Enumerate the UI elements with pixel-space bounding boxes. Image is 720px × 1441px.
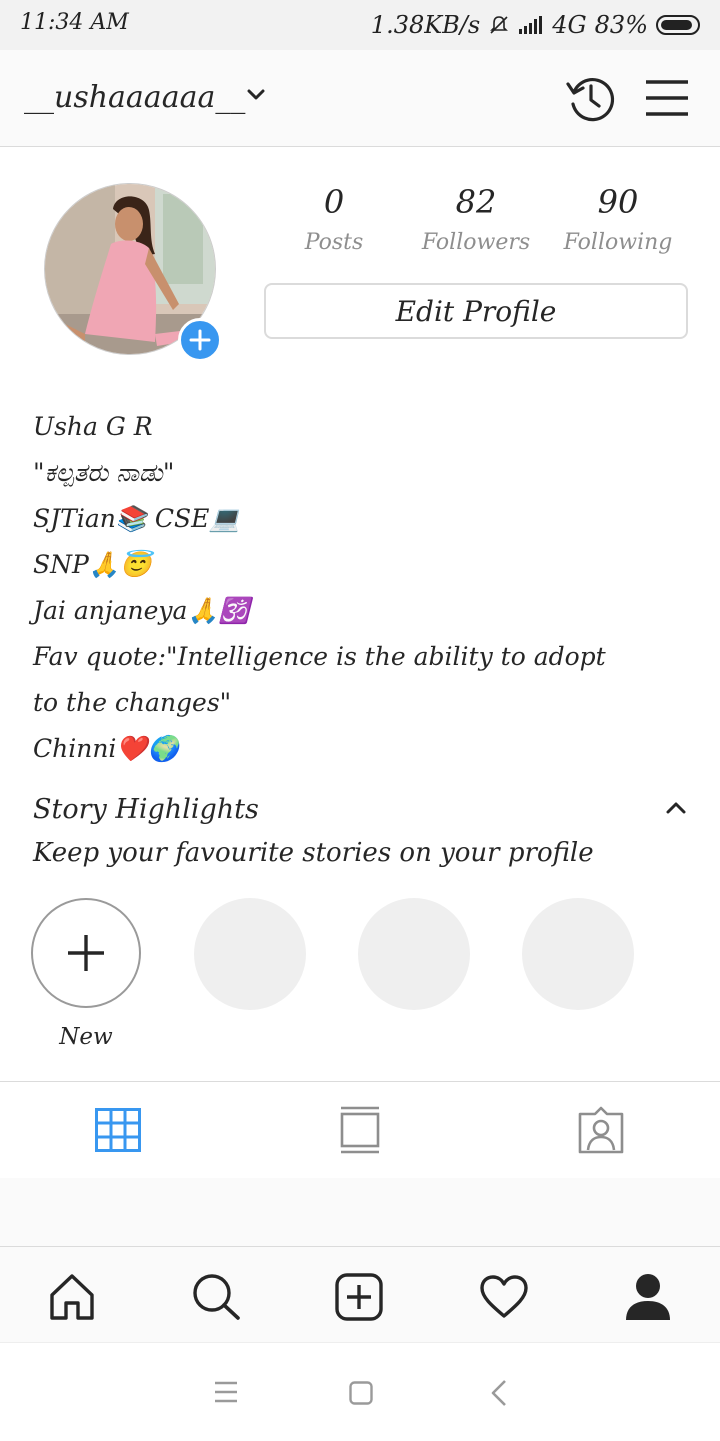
highlight-placeholder	[194, 898, 306, 1010]
history-icon[interactable]	[564, 72, 618, 126]
username[interactable]: __ushaaaaaa__	[24, 80, 245, 115]
home-icon[interactable]	[48, 1273, 96, 1321]
mute-icon	[490, 16, 509, 34]
status-bar: 11:34 AM 1.38KB/s 4G 83%	[0, 0, 720, 50]
add-story-button[interactable]	[178, 318, 222, 362]
bio-line: SJTian📚 CSE💻	[33, 504, 241, 533]
grid-icon[interactable]	[95, 1108, 141, 1152]
edit-profile-button[interactable]: Edit Profile	[264, 283, 688, 339]
bio-name: Usha G R	[33, 412, 153, 441]
chevron-up-icon[interactable]	[664, 798, 688, 818]
home-button-icon[interactable]	[349, 1381, 373, 1405]
battery-icon	[656, 15, 700, 35]
new-highlight-button[interactable]	[31, 898, 141, 1008]
bio: Usha G R "ಕಲ್ಪತರು ನಾಡು" SJTian📚 CSE💻 SNP…	[33, 404, 693, 772]
stat-following[interactable]: 90 Following	[548, 180, 688, 255]
bio-line: to the changes"	[33, 688, 232, 717]
empty-content-area	[0, 1178, 720, 1246]
signal-icon	[519, 16, 543, 34]
system-nav-bar	[0, 1342, 720, 1441]
status-time: 11:34 AM	[20, 10, 129, 35]
profile-icon[interactable]	[625, 1273, 671, 1321]
profile-tabs	[0, 1081, 720, 1179]
stat-followers-label: Followers	[421, 230, 531, 255]
bio-line: SNP🙏😇	[33, 550, 152, 579]
plus-icon	[189, 329, 211, 351]
bio-line: Jai anjaneya🙏🕉️	[33, 596, 250, 625]
stat-posts-label: Posts	[304, 230, 364, 255]
highlight-placeholder	[358, 898, 470, 1010]
profile-header: __ushaaaaaa__	[0, 50, 720, 147]
highlights-title: Story Highlights	[33, 794, 259, 825]
plus-icon	[68, 935, 104, 971]
search-icon[interactable]	[192, 1273, 242, 1321]
status-right: 1.38KB/s 4G 83%	[371, 8, 700, 42]
stat-followers-value: 82	[455, 183, 497, 221]
highlights-subtitle: Keep your favourite stories on your prof…	[33, 838, 594, 868]
battery-percent: 83%	[594, 11, 648, 39]
recents-icon[interactable]	[214, 1381, 238, 1403]
new-highlight-label: New	[59, 1024, 113, 1050]
stat-following-label: Following	[563, 230, 673, 255]
back-icon[interactable]	[490, 1379, 508, 1407]
stat-posts[interactable]: 0 Posts	[264, 180, 404, 255]
tagged-icon[interactable]	[577, 1106, 625, 1154]
menu-icon[interactable]	[644, 78, 690, 118]
stat-following-value: 90	[597, 183, 639, 221]
network-speed: 1.38KB/s	[370, 11, 481, 39]
chevron-down-icon[interactable]	[246, 88, 266, 102]
bio-line: Chinni❤️🌍	[33, 734, 179, 763]
add-icon[interactable]	[335, 1273, 383, 1321]
highlight-placeholder	[522, 898, 634, 1010]
bottom-nav	[0, 1246, 720, 1343]
bio-line: "ಕಲ್ಪತರು ನಾಡು"	[33, 458, 175, 487]
feed-icon[interactable]	[340, 1106, 380, 1154]
heart-icon[interactable]	[479, 1275, 529, 1319]
stat-posts-value: 0	[323, 183, 345, 221]
stat-followers[interactable]: 82 Followers	[406, 180, 546, 255]
network-type: 4G	[552, 11, 587, 39]
bio-line: Fav quote:"Intelligence is the ability t…	[33, 642, 606, 671]
